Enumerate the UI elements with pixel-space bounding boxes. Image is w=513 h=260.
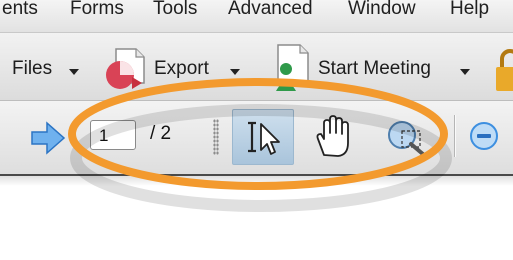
arrow-right-icon[interactable] xyxy=(30,121,66,155)
toolbar-grip[interactable] xyxy=(213,119,219,155)
chevron-down-icon xyxy=(230,69,240,75)
hand-icon[interactable] xyxy=(312,115,352,159)
marquee-zoom-icon[interactable] xyxy=(384,117,430,159)
toolbar-shadow xyxy=(0,176,513,186)
tasks-toolbar: Files Export Start Meeting xyxy=(0,33,513,101)
start-meeting-button[interactable]: Start Meeting xyxy=(268,33,473,100)
export-label: Export xyxy=(154,58,209,79)
files-label: Files xyxy=(12,58,53,79)
files-button[interactable]: Files xyxy=(0,33,88,100)
select-tool-button[interactable] xyxy=(232,109,294,165)
export-icon xyxy=(106,48,145,89)
page-count: / 2 xyxy=(150,123,172,144)
lock-icon[interactable] xyxy=(494,47,513,91)
menu-window[interactable]: Window xyxy=(348,0,416,20)
document-area[interactable] xyxy=(0,176,513,260)
zoom-out-icon[interactable] xyxy=(469,121,499,151)
menu-advanced[interactable]: Advanced xyxy=(228,0,313,20)
navigation-toolbar: 1 / 2 xyxy=(0,101,513,176)
chevron-down-icon xyxy=(460,69,470,75)
toolbar-separator xyxy=(454,115,455,157)
text-select-cursor-icon xyxy=(248,121,280,155)
menu-comments[interactable]: ents xyxy=(2,0,38,20)
menu-bar: ents Forms Tools Advanced Window Help xyxy=(0,0,513,33)
menu-tools[interactable]: Tools xyxy=(153,0,197,20)
chevron-down-icon xyxy=(69,69,79,75)
start-meeting-label: Start Meeting xyxy=(318,58,431,79)
menu-help[interactable]: Help xyxy=(450,0,489,20)
page-number-input[interactable]: 1 xyxy=(90,120,136,150)
menu-forms[interactable]: Forms xyxy=(70,0,124,20)
meeting-icon xyxy=(276,44,309,91)
acrobat-window: ents Forms Tools Advanced Window Help Fi… xyxy=(0,0,513,260)
export-button[interactable]: Export xyxy=(98,33,248,100)
